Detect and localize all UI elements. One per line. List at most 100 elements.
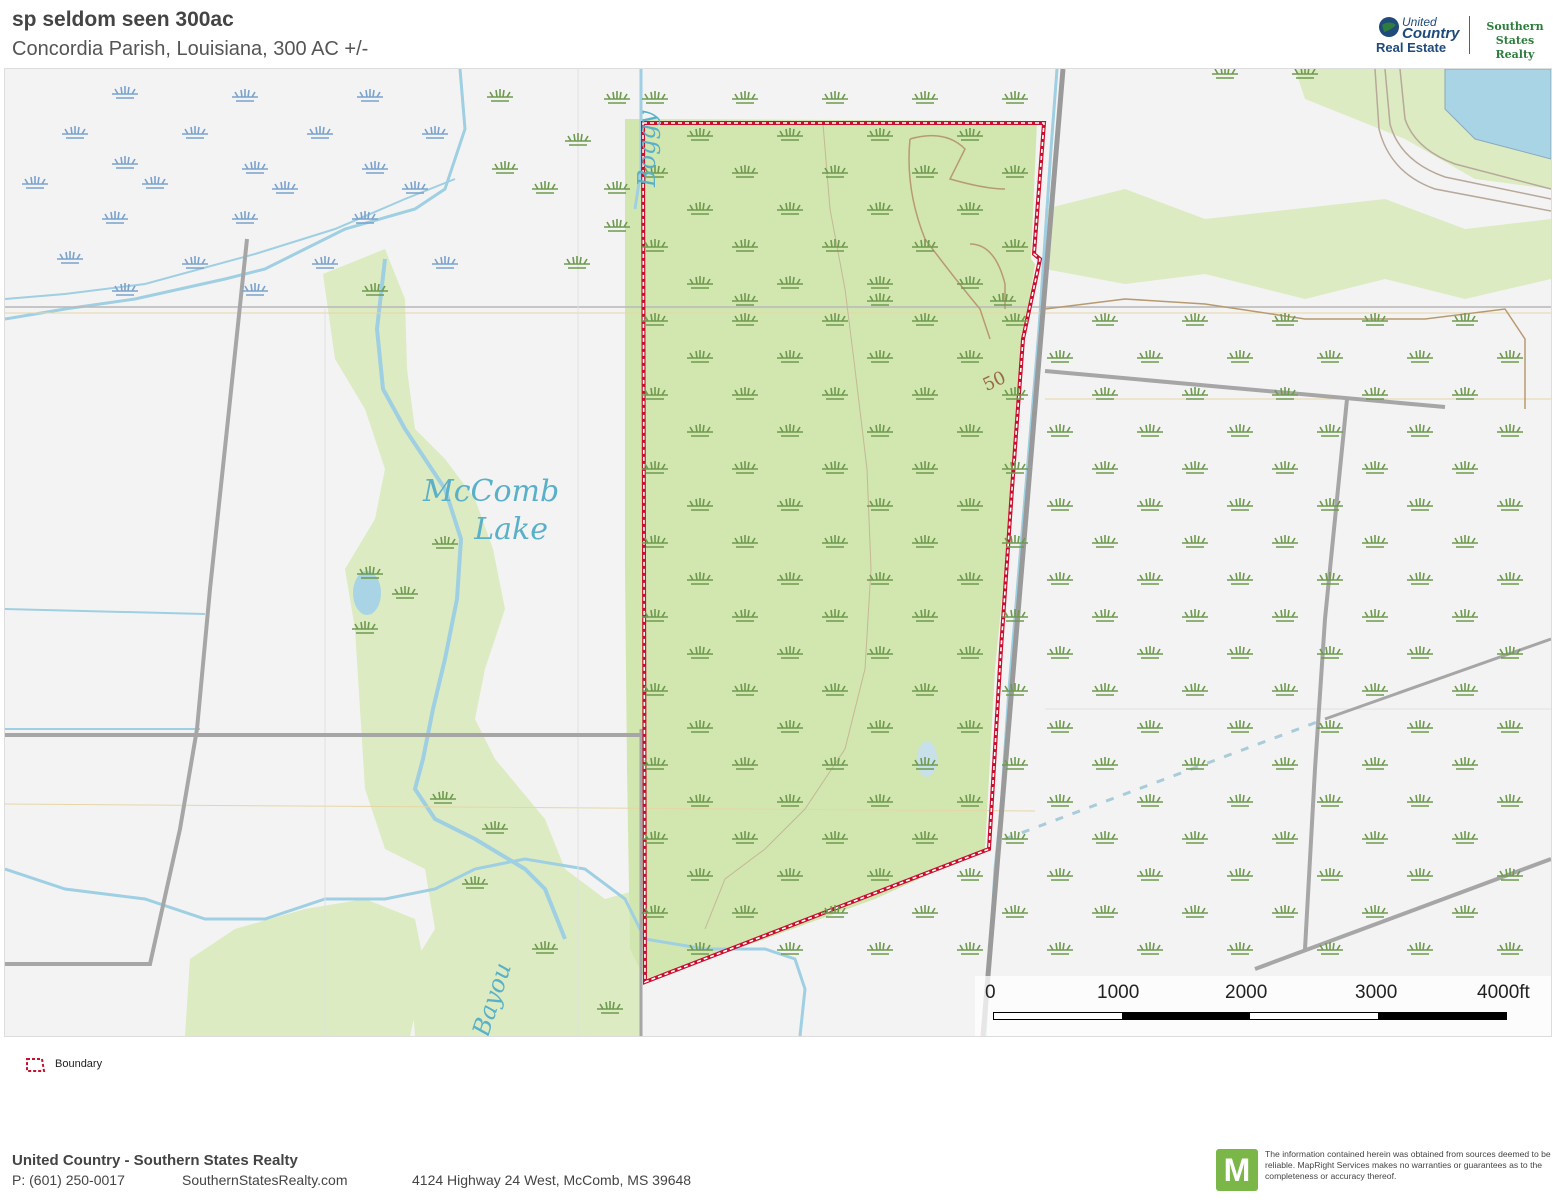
disclaimer-text: The information contained herein was obt…: [1265, 1149, 1551, 1181]
marsh-symbol: [1137, 794, 1163, 807]
footer-website[interactable]: SouthernStatesRealty.com: [182, 1172, 412, 1188]
scale-tick-3000: 3000: [1355, 982, 1398, 1003]
marsh-symbol: [1137, 498, 1163, 511]
marsh-symbol: [1182, 535, 1208, 548]
mccomb-label-line1: McComb: [423, 474, 560, 509]
marsh-symbol: [1092, 535, 1118, 548]
marsh-symbol: [102, 211, 128, 224]
marsh-symbol: [1182, 831, 1208, 844]
marsh-symbol: [1272, 905, 1298, 918]
marsh-symbol: [1497, 424, 1523, 437]
marsh-symbol: [1092, 831, 1118, 844]
marsh-symbol: [1137, 646, 1163, 659]
marsh-symbol: [1047, 794, 1073, 807]
marsh-symbol: [1452, 609, 1478, 622]
marsh-symbol: [1452, 757, 1478, 770]
marsh-symbol: [1497, 498, 1523, 511]
marsh-symbol: [492, 161, 518, 174]
marsh-symbol: [957, 868, 983, 881]
small-pond-2: [917, 741, 937, 777]
marsh-symbol: [777, 942, 803, 955]
boundary-legend-icon: [26, 1058, 46, 1072]
marsh-symbol: [1047, 868, 1073, 881]
marsh-symbol: [422, 126, 448, 139]
marsh-symbol: [182, 126, 208, 139]
marsh-symbol: [1002, 905, 1028, 918]
marsh-symbol: [1182, 683, 1208, 696]
marsh-symbol: [1452, 905, 1478, 918]
marsh-symbol: [1137, 350, 1163, 363]
marsh-symbol: [1317, 350, 1343, 363]
marsh-symbol: [182, 256, 208, 269]
scale-tick-1000: 1000: [1097, 982, 1140, 1003]
marsh-symbol: [1092, 609, 1118, 622]
marsh-symbol: [1407, 868, 1433, 881]
scale-tick-2000: 2000: [1225, 982, 1268, 1003]
marsh-symbol: [1407, 646, 1433, 659]
boggy-label: Boggy: [633, 110, 661, 187]
footer-contact: P: (601) 250-0017 SouthernStatesRealty.co…: [12, 1172, 691, 1188]
marsh-symbol: [1407, 572, 1433, 585]
marsh-symbol: [1407, 794, 1433, 807]
marsh-symbol: [1272, 831, 1298, 844]
marsh-symbol: [1227, 350, 1253, 363]
road-west: [5, 238, 249, 966]
marsh-symbol: [1182, 387, 1208, 400]
logo-united-country: United Country: [1402, 16, 1460, 41]
marsh-symbol: [57, 251, 83, 264]
marsh-symbol: [142, 176, 168, 189]
marsh-symbol: [1182, 609, 1208, 622]
marsh-symbol: [1362, 313, 1388, 326]
marsh-symbol: [1227, 572, 1253, 585]
marsh-symbol: [232, 211, 258, 224]
marsh-symbol: [1317, 424, 1343, 437]
marsh-symbol: [1137, 720, 1163, 733]
marsh-symbol: [732, 91, 758, 104]
footer-address: 4124 Highway 24 West, McComb, MS 39648: [412, 1172, 692, 1188]
marsh-symbol: [1272, 535, 1298, 548]
globe-icon: [1379, 17, 1399, 37]
marsh-symbol: [1407, 720, 1433, 733]
marsh-symbol: [957, 942, 983, 955]
marsh-symbol: [1362, 535, 1388, 548]
marsh-symbol: [362, 161, 388, 174]
marsh-symbol: [1002, 683, 1028, 696]
property-green-fill: [625, 119, 1037, 979]
marsh-symbol: [1497, 942, 1523, 955]
marsh-symbol: [1272, 461, 1298, 474]
marsh-symbol: [1362, 609, 1388, 622]
map-subtitle: Concordia Parish, Louisiana, 300 AC +/-: [12, 38, 369, 60]
scale-tick-0: 0: [985, 982, 996, 1003]
marsh-symbol: [1227, 424, 1253, 437]
marsh-symbol: [1047, 424, 1073, 437]
marsh-symbol: [1452, 683, 1478, 696]
marsh-symbol: [1047, 498, 1073, 511]
logo-divider: [1469, 16, 1470, 54]
marsh-symbol: [1272, 387, 1298, 400]
marsh-symbol: [1407, 942, 1433, 955]
topo-map[interactable]: McComb Lake Boggy Bayou 50 0 1000 2000 3…: [4, 68, 1552, 1037]
marsh-symbol: [1362, 757, 1388, 770]
logo-real-estate: Real Estate: [1376, 40, 1447, 55]
marsh-symbol: [1452, 461, 1478, 474]
wetland-area-east: [1045, 189, 1551, 299]
marsh-symbol: [62, 126, 88, 139]
marsh-symbol: [1497, 350, 1523, 363]
logo-southern-states-realty: Southern States Realty: [1486, 20, 1544, 61]
scale-bar: 0 1000 2000 3000 4000ft: [975, 976, 1551, 1036]
mapright-logo: M: [1216, 1149, 1258, 1191]
marsh-symbol: [1272, 757, 1298, 770]
marsh-symbol: [242, 283, 268, 296]
marsh-symbol: [1407, 424, 1433, 437]
marsh-symbol: [357, 89, 383, 102]
marsh-symbol: [1362, 831, 1388, 844]
marsh-symbol: [1317, 868, 1343, 881]
marsh-symbol: [1137, 942, 1163, 955]
marsh-symbol: [1272, 609, 1298, 622]
marsh-symbol: [912, 91, 938, 104]
marsh-symbol: [1497, 720, 1523, 733]
map-canvas[interactable]: [5, 69, 1551, 1036]
marsh-symbol: [1362, 683, 1388, 696]
marsh-symbol: [1047, 572, 1073, 585]
marsh-symbol: [1182, 905, 1208, 918]
